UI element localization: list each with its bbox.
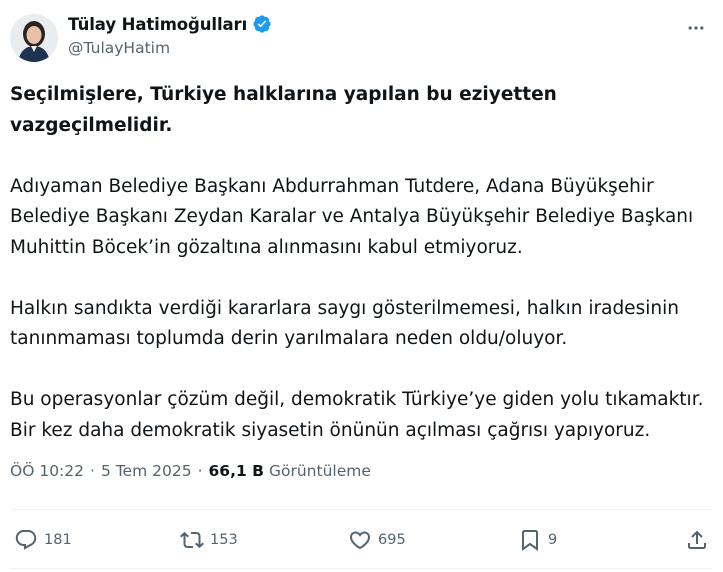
tweet-header: Tülay Hatimoğulları @TulayHatim [10, 8, 713, 64]
reply-icon [15, 530, 37, 550]
tweet-date[interactable]: 5 Tem 2025 [101, 462, 192, 480]
bookmark-icon [522, 530, 538, 551]
tweet-meta: ÖÖ 10:22 · 5 Tem 2025 · 66,1 B Görüntüle… [10, 462, 371, 480]
tweet-time[interactable]: ÖÖ 10:22 [10, 462, 84, 480]
tweet-text: Seçilmişlere, Türkiye halklarına yapılan… [10, 80, 713, 477]
heart-icon [349, 531, 371, 550]
repost-icon [180, 531, 204, 549]
avatar[interactable] [10, 14, 58, 62]
views-count: 66,1 B [208, 462, 264, 480]
divider [10, 509, 713, 510]
tweet-paragraph: Halkın sandıkta verdiği kararlara saygı … [10, 297, 679, 350]
repost-button[interactable]: 153 [180, 524, 238, 556]
views-label: Görüntüleme [268, 462, 371, 480]
repost-count: 153 [210, 532, 238, 548]
like-count: 695 [378, 532, 406, 548]
reply-count: 181 [44, 532, 72, 548]
more-icon[interactable] [681, 18, 711, 38]
name-row: Tülay Hatimoğulları [68, 14, 272, 34]
tweet-paragraph: Seçilmişlere, Türkiye halklarına yapılan… [10, 84, 557, 136]
verified-badge-icon [252, 14, 272, 34]
separator: · [197, 462, 203, 480]
display-name[interactable]: Tülay Hatimoğulları [68, 15, 247, 34]
share-icon [688, 530, 706, 549]
separator: · [90, 462, 95, 480]
share-button[interactable] [685, 524, 709, 556]
user-handle[interactable]: @TulayHatim [68, 39, 170, 57]
tweet-paragraph: Bu operasyonlar çözüm değil, demokratik … [10, 389, 704, 441]
divider [10, 568, 713, 569]
like-button[interactable]: 695 [348, 524, 406, 556]
bookmark-count: 9 [548, 532, 558, 548]
bookmark-button[interactable]: 9 [518, 524, 557, 556]
action-bar: 181 153 695 9 [10, 524, 713, 556]
reply-button[interactable]: 181 [14, 524, 72, 556]
tweet-paragraph: Adıyaman Belediye Başkanı Abdurrahman Tu… [10, 175, 694, 258]
